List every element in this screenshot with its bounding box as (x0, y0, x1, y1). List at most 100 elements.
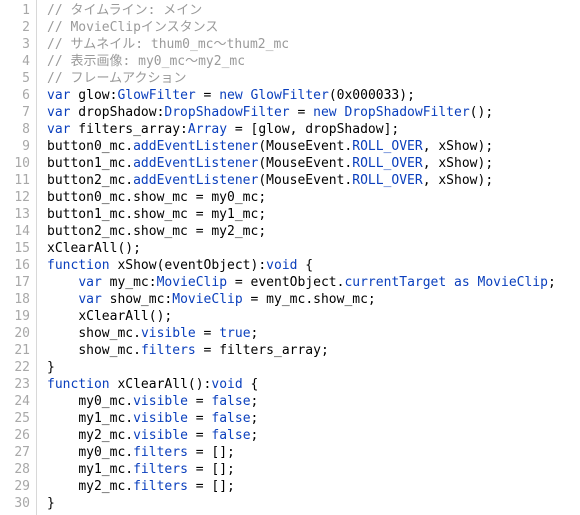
line-number: 17 (4, 274, 30, 291)
code-line: var show_mc:MovieClip = my_mc.show_mc; (47, 291, 556, 308)
line-number: 21 (4, 342, 30, 359)
token-literal: false (211, 428, 250, 443)
token-type: void (211, 377, 242, 392)
token-punct: ; (548, 275, 556, 290)
token-ident: show_mc. (78, 326, 141, 341)
code-line: button2_mc.addEventListener(MouseEvent.R… (47, 172, 556, 189)
line-number: 14 (4, 223, 30, 240)
code-line: // 表示画像: my0_mc～my2_mc (47, 53, 556, 70)
token-type: void (266, 258, 297, 273)
code-line: // サムネイル: thum0_mc～thum2_mc (47, 36, 556, 53)
line-number: 18 (4, 291, 30, 308)
token-type: MovieClip (478, 275, 548, 290)
token-punct: = [glow, dropShadow]; (227, 122, 399, 137)
line-number: 19 (4, 308, 30, 325)
line-number: 15 (4, 240, 30, 257)
token-punct (243, 88, 251, 103)
token-literal: false (211, 411, 250, 426)
token-punct: = []; (188, 445, 235, 460)
code-line: my1_mc.filters = []; (47, 461, 556, 478)
code-line: xClearAll(); (47, 240, 556, 257)
token-punct: } (47, 496, 55, 511)
token-ident: dropShadow: (70, 105, 164, 120)
code-line: function xClearAll():void { (47, 376, 556, 393)
code-line: show_mc.visible = true; (47, 325, 556, 342)
token-keyword: var (78, 275, 101, 290)
token-ident: (MouseEvent. (258, 173, 352, 188)
code-line: function xShow(eventObject):void { (47, 257, 556, 274)
token-punct: = []; (188, 462, 235, 477)
code-line: show_mc.filters = filters_array; (47, 342, 556, 359)
token-literal: true (219, 326, 250, 341)
code-line: button0_mc.addEventListener(MouseEvent.R… (47, 138, 556, 155)
token-punct: = (196, 326, 219, 341)
line-number: 13 (4, 206, 30, 223)
token-ident: button0_mc. (47, 139, 133, 154)
token-ident: glow: (70, 88, 117, 103)
token-punct: , xShow); (423, 173, 493, 188)
code-line: // タイムライン: メイン (47, 2, 556, 19)
token-ident: button0_mc.show_mc = my0_mc; (47, 190, 266, 205)
token-member: visible (133, 411, 188, 426)
token-punct: ; (251, 428, 259, 443)
token-ident: my2_mc. (78, 428, 133, 443)
token-ident: show_mc. (78, 343, 141, 358)
token-member: visible (141, 326, 196, 341)
token-ident: button1_mc. (47, 156, 133, 171)
line-number: 8 (4, 121, 30, 138)
token-type: MovieClip (157, 275, 227, 290)
code-editor: 1234567891011121314151617181920212223242… (0, 0, 580, 515)
token-punct: ; (251, 326, 259, 341)
line-number: 2 (4, 19, 30, 36)
token-member: addEventListener (133, 173, 258, 188)
line-number: 3 (4, 36, 30, 53)
token-enum: ROLL_OVER (352, 139, 422, 154)
token-member: visible (133, 394, 188, 409)
token-punct: (); (470, 105, 493, 120)
line-number: 16 (4, 257, 30, 274)
line-number: 5 (4, 70, 30, 87)
token-ident: my0_mc. (78, 394, 133, 409)
token-ident: (MouseEvent. (258, 156, 352, 171)
code-line: my0_mc.visible = false; (47, 393, 556, 410)
token-keyword: function (47, 377, 110, 392)
token-punct: = (290, 105, 313, 120)
token-punct: = (188, 428, 211, 443)
token-ident: xShow(eventObject): (110, 258, 267, 273)
line-number: 23 (4, 376, 30, 393)
code-line: var filters_array:Array = [glow, dropSha… (47, 121, 556, 138)
token-punct: = (188, 411, 211, 426)
token-keyword: var (78, 292, 101, 307)
code-line: } (47, 359, 556, 376)
line-number-gutter: 1234567891011121314151617181920212223242… (0, 0, 37, 515)
code-line: my1_mc.visible = false; (47, 410, 556, 427)
line-number: 1 (4, 2, 30, 19)
token-punct: = (188, 394, 211, 409)
token-ident: my0_mc. (78, 445, 133, 460)
token-member: filters (133, 479, 188, 494)
code-line: var glow:GlowFilter = new GlowFilter(0x0… (47, 87, 556, 104)
token-member: filters (133, 462, 188, 477)
token-punct: = []; (188, 479, 235, 494)
token-type: GlowFilter (251, 88, 329, 103)
token-punct (446, 275, 454, 290)
token-comment: // タイムライン: メイン (47, 3, 202, 18)
line-number: 30 (4, 495, 30, 512)
token-keyword: as (454, 275, 470, 290)
line-number: 22 (4, 359, 30, 376)
token-ident: filters_array: (70, 122, 187, 137)
token-punct: ; (251, 411, 259, 426)
token-keyword: var (47, 122, 70, 137)
line-number: 10 (4, 155, 30, 172)
token-enum: ROLL_OVER (352, 173, 422, 188)
line-number: 6 (4, 87, 30, 104)
token-type: GlowFilter (117, 88, 195, 103)
line-number: 11 (4, 172, 30, 189)
code-line: my0_mc.filters = []; (47, 444, 556, 461)
token-ident: my2_mc. (78, 479, 133, 494)
token-keyword: var (47, 88, 70, 103)
token-type: Array (188, 122, 227, 137)
token-keyword: function (47, 258, 110, 273)
token-punct: { (243, 377, 259, 392)
code-line: button1_mc.show_mc = my1_mc; (47, 206, 556, 223)
